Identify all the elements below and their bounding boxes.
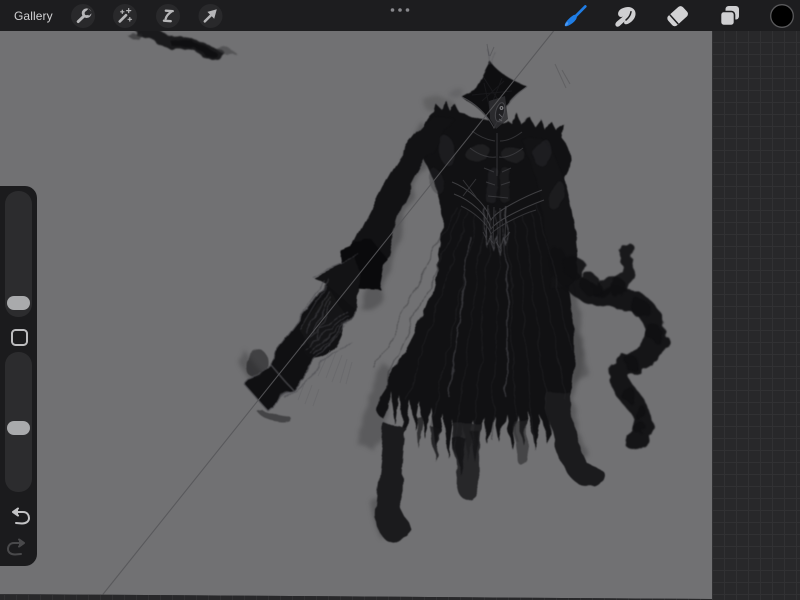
- svg-text:Gallery: Gallery: [14, 9, 53, 23]
